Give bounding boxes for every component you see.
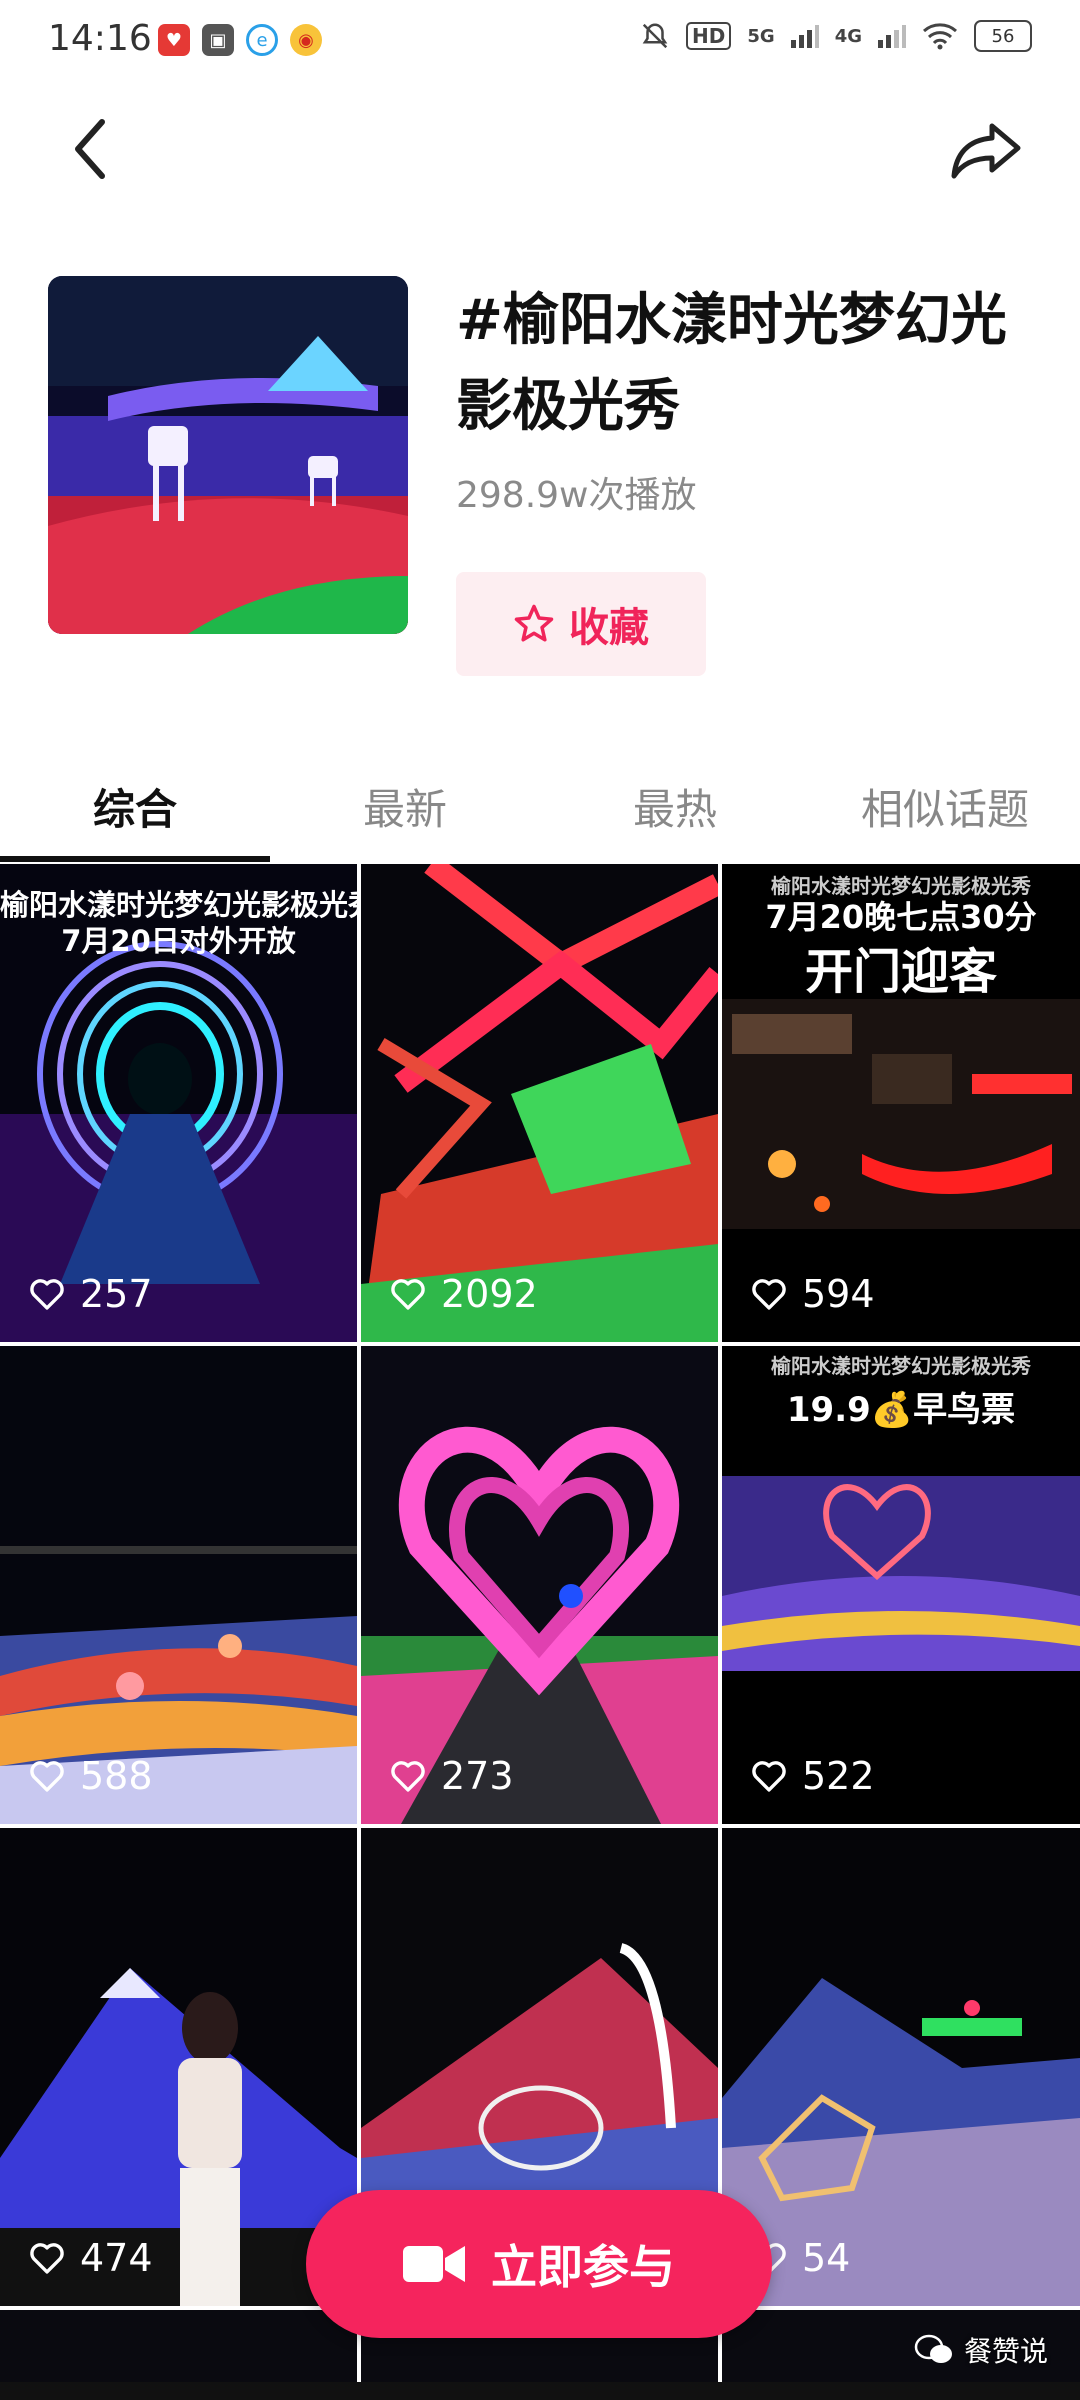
tab-hottest[interactable]: 最热	[540, 750, 810, 862]
back-arrow-icon	[75, 119, 105, 179]
network-5g: 5G	[747, 25, 775, 47]
back-button[interactable]	[62, 114, 122, 184]
video-card[interactable]: 273	[361, 1346, 718, 1824]
watermark: 餐赞说	[914, 2330, 1048, 2370]
wifi-icon	[923, 23, 957, 50]
video-overlay-text: 开门迎客	[804, 944, 997, 1000]
heart-icon	[30, 1761, 64, 1792]
star-icon	[514, 604, 554, 642]
like-count-value: 54	[802, 2236, 851, 2280]
like-count-value: 2092	[441, 1272, 538, 1316]
signal-icon	[790, 25, 819, 48]
favorite-button[interactable]: 收藏	[456, 572, 706, 676]
mute-bell-icon	[642, 23, 668, 49]
battery-indicator: 56	[974, 20, 1032, 52]
hd-badge: HD	[686, 22, 732, 50]
like-count-value: 594	[802, 1272, 875, 1316]
box-app-icon: ▣	[202, 24, 234, 56]
tab-similar-topics[interactable]: 相似话题	[810, 750, 1080, 862]
video-card[interactable]: 474	[0, 1828, 357, 2306]
watermark-text: 餐赞说	[964, 2335, 1049, 2368]
like-count: 474	[28, 2236, 153, 2280]
video-card[interactable]: 2092	[361, 864, 718, 1342]
heart-icon	[391, 1279, 425, 1310]
status-bar: 14:16 ♥ ▣ e ◉ HD 5G 4G 56	[0, 0, 1080, 84]
tab-comprehensive[interactable]: 综合	[0, 750, 270, 862]
like-count-value: 273	[441, 1754, 514, 1798]
heart-icon	[752, 1279, 786, 1310]
active-tab-indicator	[0, 856, 270, 862]
video-overlay-text: 7月20日对外开放	[61, 924, 296, 958]
heart-icon	[30, 1279, 64, 1310]
video-card[interactable]: 榆阳水漾时光梦幻光影极光秀 19.9💰早鸟票 522	[722, 1346, 1080, 1824]
topic-cover-image	[48, 276, 408, 634]
heart-app-icon: ♥	[158, 24, 190, 56]
share-button[interactable]	[946, 114, 1026, 184]
tab-latest[interactable]: 最新	[270, 750, 540, 862]
top-nav	[0, 100, 1080, 200]
video-overlay-text: 19.9💰早鸟票	[786, 1390, 1016, 1430]
bottom-strip	[0, 2382, 1080, 2400]
like-count-value: 522	[802, 1754, 875, 1798]
like-count-value: 588	[80, 1754, 153, 1798]
join-now-button[interactable]: 立即参与	[306, 2190, 772, 2338]
share-icon	[951, 123, 1021, 179]
wechat-icon	[914, 2334, 952, 2363]
video-overlay-text: 榆阳水漾时光梦幻光影极光秀	[771, 1354, 1031, 1378]
topic-tabs: 综合 最新 最热 相似话题	[0, 750, 1080, 862]
heart-icon	[30, 2243, 64, 2274]
video-card[interactable]: 榆阳水漾时光梦幻光影极光秀 7月20日对外开放 257	[0, 864, 357, 1342]
join-now-label: 立即参与	[491, 2240, 675, 2294]
like-count: 273	[389, 1754, 514, 1798]
network-4g: 4G	[834, 25, 862, 47]
like-count: 522	[750, 1754, 875, 1798]
play-count: 298.9w次播放	[456, 475, 697, 516]
video-card[interactable]: 54	[722, 1828, 1080, 2306]
like-count-value: 474	[80, 2236, 153, 2280]
browser-app-icon: e	[246, 24, 278, 56]
status-time: 14:16	[48, 18, 152, 59]
video-card[interactable]: 588	[0, 1346, 357, 1824]
video-grid: 榆阳水漾时光梦幻光影极光秀 7月20日对外开放 257 2092 榆阳水漾时光梦…	[0, 864, 1080, 2400]
like-count: 257	[28, 1272, 153, 1316]
like-count: 2092	[389, 1272, 538, 1316]
signal-icon-2	[878, 25, 906, 48]
video-card[interactable]: 榆阳水漾时光梦幻光影极光秀 7月20晚七点30分 开门迎客 594	[722, 864, 1080, 1342]
favorite-label: 收藏	[569, 605, 649, 651]
weibo-icon: ◉	[290, 24, 322, 56]
like-count-value: 257	[80, 1272, 153, 1316]
like-count: 594	[750, 1272, 875, 1316]
like-count: 588	[28, 1754, 153, 1798]
video-camera-icon	[403, 2246, 465, 2282]
heart-icon	[391, 1761, 425, 1792]
heart-icon	[752, 1761, 786, 1792]
topic-title: #榆阳水漾时光梦幻光影极光秀	[456, 288, 1007, 439]
